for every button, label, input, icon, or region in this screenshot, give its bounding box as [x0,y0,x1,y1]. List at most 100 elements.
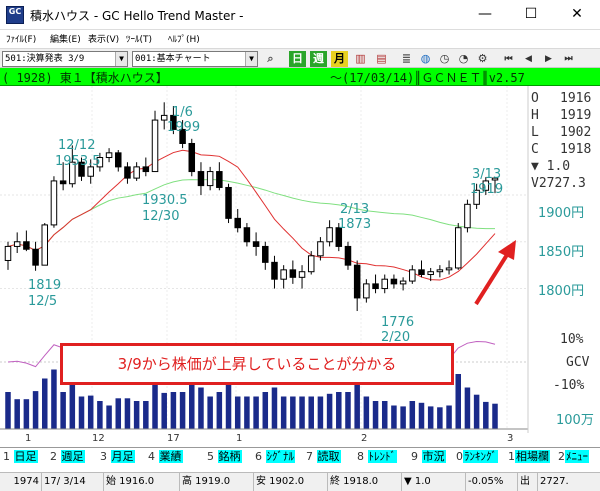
volume-bar [23,399,30,429]
candle-body [124,166,131,179]
volume-bar [32,391,39,429]
candle-icon[interactable]: ▤ [373,51,390,67]
candle-body [252,241,260,247]
tab-market[interactable]: 9 市況 [411,448,446,464]
last-icon[interactable]: ⏭ [560,51,577,67]
minimize-button[interactable]: — [462,0,508,30]
tab-weekly[interactable]: 2 週足 [50,448,85,464]
monthly-button[interactable]: 月 [331,51,348,67]
time-label-1: 1 [25,433,32,444]
volume-bar [179,392,186,429]
tab-daily[interactable]: 1 日足 [3,448,38,464]
daily-button[interactable]: 日 [289,51,306,67]
candle-body [436,269,444,273]
volume-bar [400,406,406,429]
ohlc-high-value: 1919 [560,108,591,123]
search-icon[interactable]: ⌕ [262,51,279,67]
tab-issues[interactable]: 5 銘柄 [207,448,242,464]
table-icon[interactable]: ≣ [398,51,415,67]
tab-ranking[interactable]: 0ﾗﾝｷﾝｸﾞ [456,448,498,464]
weekly-button[interactable]: 週 [310,51,327,67]
candlestick-series [4,102,499,312]
maximize-button[interactable]: ☐ [508,0,554,30]
ohlc-low-label: L [531,125,539,140]
candle-body [363,283,370,299]
bar-chart-icon[interactable]: ▥ [352,51,369,67]
volume-bar [143,401,149,429]
volume-bar [69,378,76,429]
annotation-high-date: 12/12 [58,138,95,153]
status-volume: 2727. [540,476,569,487]
annotation-callout: 3/9から株価が上昇していることが分かる [60,343,454,385]
chevron-down-icon[interactable]: ▼ [245,52,257,66]
candle-body [390,278,398,285]
volume-bar [391,405,397,429]
status-high: 高 1919.0 [180,473,254,491]
annotation-last-date: 3/13 [472,167,501,182]
time-label-17: 17 [167,433,180,444]
candle-body [344,245,352,266]
volume-bar [363,396,370,429]
status-date: 17/ 3/14 [42,473,104,491]
annotation-high-value: 1953.5 [55,154,101,169]
tab-monthly[interactable]: 3 月足 [100,448,135,464]
prev-icon[interactable]: ◀ [520,51,537,67]
chevron-down-icon[interactable]: ▼ [115,52,127,66]
clock-icon[interactable]: ◷ [436,51,453,67]
trend-arrow [474,240,516,306]
volume-bar [41,378,48,429]
menu-view[interactable]: 表示(V) [88,32,119,45]
volume-bar [308,396,314,429]
list-select[interactable]: 501:決算発表 3/9 ▼ [2,51,128,67]
menu-edit[interactable]: 編集(E) [50,32,81,45]
menu-file[interactable]: ﾌｧｲﾙ(F) [6,32,36,45]
tab-menu[interactable]: 2ﾒﾆｭｰ [558,448,589,464]
next-icon[interactable]: ▶ [540,51,557,67]
volume-bar [78,396,85,429]
status-low: 安 1902.0 [254,473,328,491]
tab-signal[interactable]: 6 ｼｸﾞﾅﾙ [255,448,295,464]
volume-bar [492,403,498,429]
status-volume-label: 出 [518,473,538,491]
osc-axis-label-gcv: GCV [566,355,590,370]
ohlc-change: ▼ 1.0 [531,159,570,174]
volume-bar [326,393,333,429]
volume-unit-label: 100万 [556,413,594,428]
volume-bar [225,381,232,429]
candle-body [188,142,196,173]
candle-body [225,186,232,219]
candle-body [41,224,49,266]
globe-icon[interactable]: ◍ [417,51,434,67]
volume-bar [372,401,379,429]
gauge-icon[interactable]: ◔ [455,51,472,67]
volume-bar [216,392,223,429]
app-icon[interactable]: GC [6,6,24,24]
annotation-mid-date: 12/30 [142,209,179,224]
tab-market-column[interactable]: 1相場欄 [508,448,550,464]
stock-code: ( 1928) 東１【積水ハウス】 [2,71,168,85]
annotation-feb13-value: 1873 [338,217,371,232]
annotation-low-date: 12/5 [28,294,57,309]
close-button[interactable]: ✕ [554,0,600,30]
volume-bar [437,407,443,429]
volume-bar [244,396,250,429]
candle-body [197,171,205,187]
volume-bar [464,387,471,429]
volume-bar [473,394,480,429]
volume-bar [455,374,462,429]
ohlc-high-label: H [531,108,539,123]
settings-icon[interactable]: ⚙ [474,51,491,67]
candle-body [454,227,462,269]
tab-trend[interactable]: 8 ﾄﾚﾝﾄﾞ [357,448,397,464]
first-icon[interactable]: ⏮ [500,51,517,67]
tab-earnings[interactable]: 4 業績 [148,448,183,464]
price-axis-label-1850: 1850円 [538,245,584,260]
tab-read[interactable]: 7 読取 [306,448,341,464]
data-date: 〜(17/03/14)║ＧＣＮＥＴ║v2.57 [330,71,525,85]
menu-help[interactable]: ﾍﾙﾌﾟ(H) [168,32,200,45]
chart-select[interactable]: 001:基本チャート ▼ [132,51,258,67]
candle-body [59,180,67,185]
menu-tools[interactable]: ﾂｰﾙ(T) [126,32,152,45]
status-percent: -0.05% [466,473,518,491]
candle-body [445,267,453,271]
